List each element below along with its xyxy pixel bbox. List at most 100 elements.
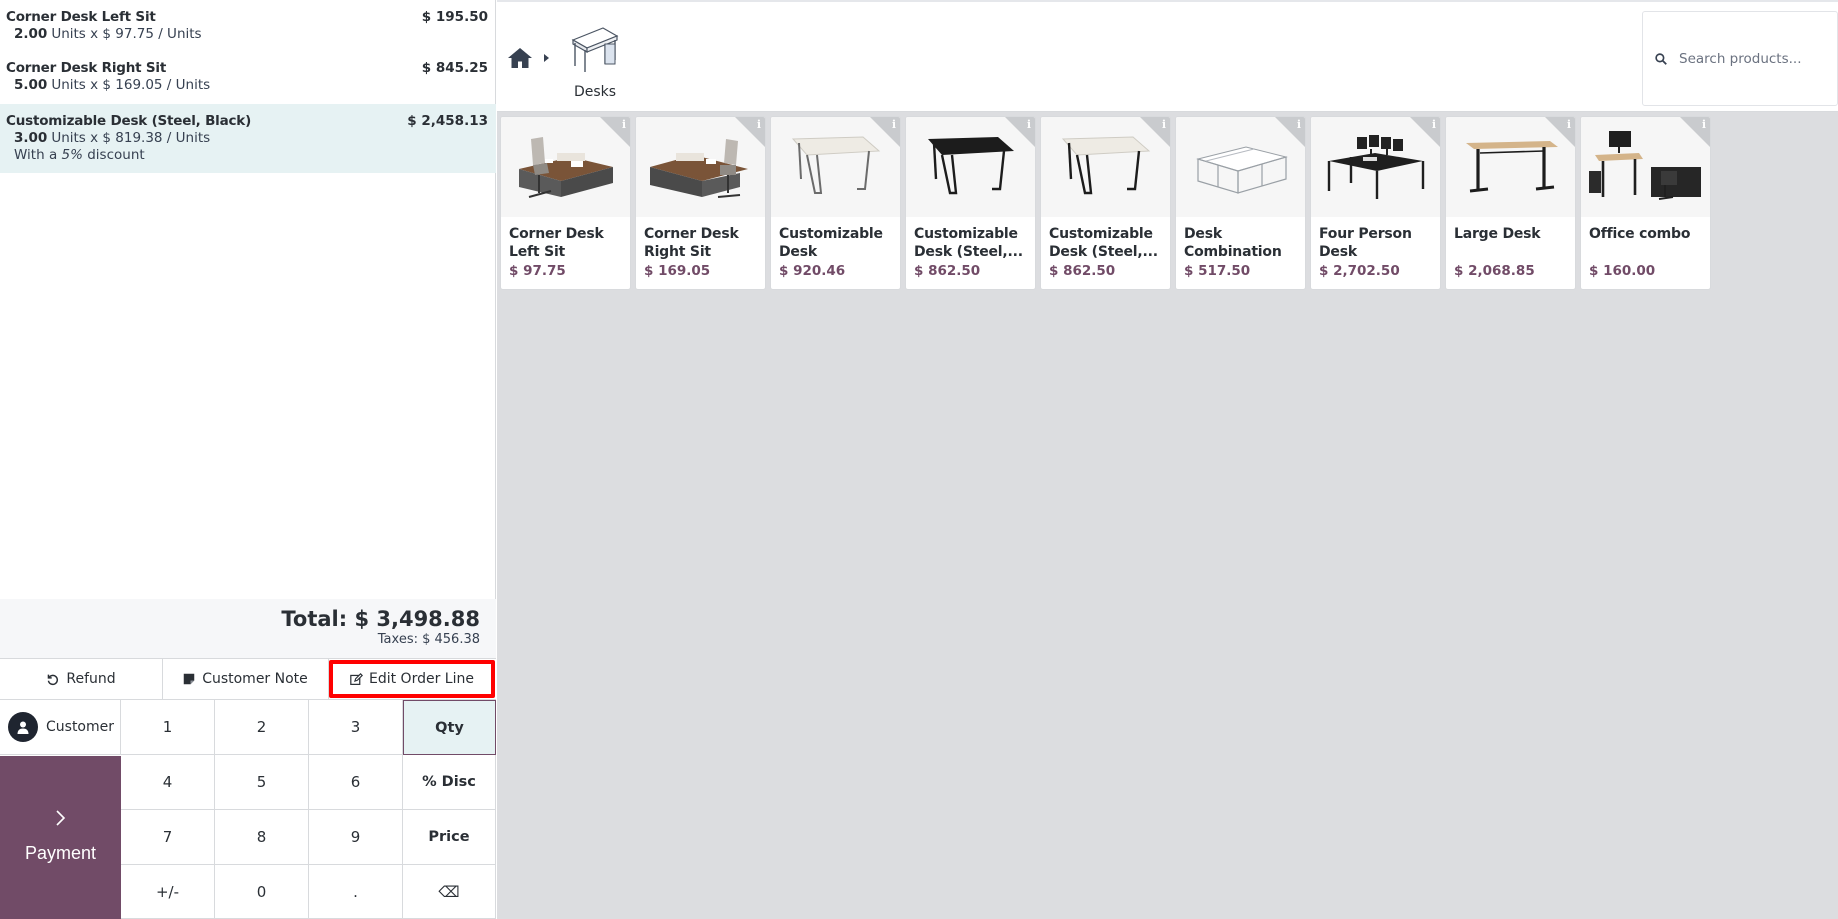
info-icon[interactable]: i (1162, 118, 1166, 131)
order-line-qty: 2.00 (14, 26, 48, 42)
product-price: $ 920.46 (779, 263, 846, 279)
product-price: $ 862.50 (1049, 263, 1116, 279)
product-card[interactable]: i Customizable Desk (Steel,... $ 862.50 (1040, 116, 1171, 290)
chevron-right-icon (55, 808, 67, 833)
product-price: $ 517.50 (1184, 263, 1251, 279)
home-icon[interactable] (507, 47, 533, 73)
order-line-qty: 5.00 (14, 77, 48, 93)
product-card[interactable]: i Four Person Desk $ 2,702.50 (1310, 116, 1441, 290)
numpad-key-6[interactable]: 6 (309, 755, 403, 810)
numpad-key-plus-minus[interactable]: +/- (121, 865, 215, 919)
product-price: $ 2,068.85 (1454, 263, 1535, 279)
numpad-key-4[interactable]: 4 (121, 755, 215, 810)
product-name: Desk Combination (1184, 226, 1282, 260)
order-line-product: Corner Desk Right Sit (6, 60, 167, 76)
product-card[interactable]: i Corner Desk Left Sit $ 97.75 (500, 116, 631, 290)
numpad-key-8[interactable]: 8 (215, 810, 309, 865)
edit-order-line-button[interactable]: Edit Order Line (329, 659, 496, 699)
order-line-qty: 3.00 (14, 130, 48, 146)
edit-icon (350, 672, 363, 685)
product-name: Corner Desk Right Sit (644, 226, 739, 260)
numpad-key-7[interactable]: 7 (121, 810, 215, 865)
product-card[interactable]: i Office combo $ 160.00 (1580, 116, 1711, 290)
order-line-unit: Units x $ 97.75 / Units (51, 26, 202, 42)
user-icon (8, 712, 38, 742)
customer-note-button[interactable]: Customer Note (163, 659, 329, 699)
product-card[interactable]: i Customizable Desk (Aluminiu... $ 920.4… (770, 116, 901, 290)
discount-suffix: discount (87, 147, 145, 163)
order-line-price: $ 2,458.13 (407, 113, 488, 129)
product-card[interactable]: i Large Desk $ 2,068.85 (1445, 116, 1576, 290)
info-icon[interactable]: i (1297, 118, 1301, 131)
info-icon[interactable]: i (1432, 118, 1436, 131)
breadcrumb-caret-icon (544, 54, 549, 62)
product-name: Customizable Desk (Aluminiu... (779, 226, 883, 260)
search-icon (1655, 52, 1667, 65)
order-line[interactable]: Corner Desk Right Sit $ 845.25 5.00 Units… (0, 51, 496, 104)
payment-button[interactable]: Payment (0, 756, 121, 919)
info-icon[interactable]: i (892, 118, 896, 131)
highlight-box: Edit Order Line (329, 660, 495, 698)
product-name: Office combo (1589, 226, 1691, 242)
order-lines-list: Corner Desk Left Sit $ 195.50 2.00 Units … (0, 0, 496, 598)
edit-order-line-label: Edit Order Line (369, 671, 474, 687)
search-input[interactable] (1679, 50, 1819, 67)
product-grid: i Corner Desk Left Sit $ 97.75 i Corner … (500, 116, 1711, 290)
product-name: Customizable Desk (Steel,... (914, 226, 1023, 260)
numpad-key-9[interactable]: 9 (309, 810, 403, 865)
product-card[interactable]: i Customizable Desk (Steel,... $ 862.50 (905, 116, 1036, 290)
order-line[interactable]: Corner Desk Left Sit $ 195.50 2.00 Units … (0, 0, 496, 51)
order-line-price: $ 845.25 (421, 60, 488, 76)
product-screen: Desks Search products... i Corner Desk L… (497, 0, 1838, 919)
customer-button[interactable]: Customer (0, 700, 121, 755)
numpad-key-1[interactable]: 1 (121, 700, 215, 755)
customer-note-label: Customer Note (202, 671, 308, 687)
numpad-key-decimal[interactable]: . (309, 865, 403, 919)
info-icon[interactable]: i (622, 118, 626, 131)
discount-value: 5% (61, 147, 83, 163)
numpad-area: Customer Payment 1 2 3 Qty 4 5 6 % Disc … (0, 700, 496, 919)
qty-mode-button[interactable]: Qty (403, 700, 496, 755)
order-line-selected[interactable]: Customizable Desk (Steel, Black) $ 2,458… (0, 104, 496, 173)
order-line-product: Corner Desk Left Sit (6, 9, 156, 25)
order-line-unit: Units x $ 819.38 / Units (51, 130, 211, 146)
order-line-discount: With a 5% discount (6, 147, 490, 164)
product-price: $ 169.05 (644, 263, 711, 279)
payment-label: Payment (24, 842, 97, 863)
order-line-info: 3.00 Units x $ 819.38 / Units (6, 130, 490, 147)
product-card[interactable]: i Desk Combination $ 517.50 (1175, 116, 1306, 290)
price-mode-button[interactable]: Price (403, 810, 496, 865)
refund-button[interactable]: Refund (0, 659, 163, 699)
order-line-info: 5.00 Units x $ 169.05 / Units (6, 77, 490, 94)
info-icon[interactable]: i (1027, 118, 1031, 131)
refund-label: Refund (66, 671, 116, 687)
undo-icon (48, 674, 59, 685)
category-desks[interactable]: Desks (557, 22, 633, 100)
order-total: Total: $ 3,498.88 (281, 607, 480, 631)
category-bar: Desks (497, 0, 1838, 112)
backspace-button[interactable]: ⌫ (403, 865, 496, 919)
info-icon[interactable]: i (1702, 118, 1706, 131)
desk-category-icon (571, 27, 619, 72)
product-name: Customizable Desk (Steel,... (1049, 226, 1158, 260)
order-summary: Total: $ 3,498.88 Taxes: $ 456.38 (0, 599, 496, 658)
discount-mode-button[interactable]: % Disc (403, 755, 496, 810)
sticky-note-icon (183, 673, 195, 685)
numpad-key-2[interactable]: 2 (215, 700, 309, 755)
product-name: Corner Desk Left Sit (509, 226, 604, 260)
customer-label: Customer (46, 719, 115, 735)
search-box[interactable] (1642, 11, 1838, 106)
numpad-key-5[interactable]: 5 (215, 755, 309, 810)
product-card[interactable]: i Corner Desk Right Sit $ 169.05 (635, 116, 766, 290)
product-name: Four Person Desk (1319, 226, 1412, 260)
order-line-info: 2.00 Units x $ 97.75 / Units (6, 26, 490, 43)
product-name: Large Desk (1454, 226, 1541, 242)
info-icon[interactable]: i (757, 118, 761, 131)
numpad-key-3[interactable]: 3 (309, 700, 403, 755)
numpad-key-0[interactable]: 0 (215, 865, 309, 919)
product-price: $ 97.75 (509, 263, 566, 279)
category-label: Desks (573, 84, 617, 100)
info-icon[interactable]: i (1567, 118, 1571, 131)
product-price: $ 160.00 (1589, 263, 1656, 279)
order-panel: Corner Desk Left Sit $ 195.50 2.00 Units … (0, 0, 496, 919)
